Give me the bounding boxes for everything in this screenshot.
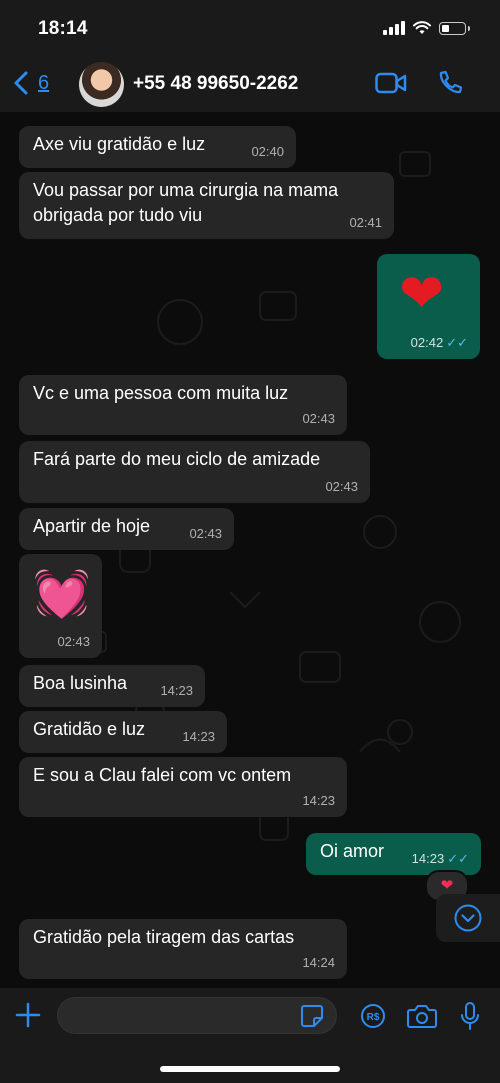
message-incoming-emoji[interactable]: 💓 02:43 [19, 554, 102, 658]
message-incoming[interactable]: Vc e uma pessoa com muita luz 02:43 [19, 375, 347, 435]
message-time: 02:43 [189, 526, 222, 541]
message-text: Axe viu gratidão e luz [33, 134, 206, 154]
message-text: E sou a Clau falei com vc ontem [33, 765, 292, 785]
svg-text:R$: R$ [367, 1012, 380, 1023]
chat-header: 6 +55 48 99650-2262 [0, 60, 500, 113]
status-bar: 18:14 [0, 0, 500, 60]
chat-area[interactable]: Axe viu gratidão e luz 02:40 Vou passar … [0, 112, 500, 988]
message-time: 02:43 [302, 411, 335, 426]
message-outgoing-emoji[interactable]: ❤ 02:42 ✓✓ [377, 254, 480, 359]
message-time: 02:43 [57, 634, 90, 649]
message-time: 14:24 [302, 955, 335, 970]
chevron-down-circle-icon [454, 904, 482, 932]
unread-count: 6 [38, 71, 50, 94]
message-time: 14:23 [302, 793, 335, 808]
camera-icon[interactable] [407, 1003, 437, 1029]
sticker-icon[interactable] [300, 1004, 324, 1028]
message-text: Gratidão pela tiragem das cartas [33, 927, 295, 947]
read-ticks-icon: ✓✓ [446, 335, 468, 350]
plus-icon[interactable] [15, 1002, 41, 1028]
message-incoming[interactable]: Gratidão pela tiragem das cartas 14:24 [19, 919, 347, 979]
message-incoming[interactable]: Gratidão e luz 14:23 [19, 711, 227, 753]
contact-name[interactable]: +55 48 99650-2262 [133, 73, 298, 95]
message-text: Fará parte do meu ciclo de amizade [33, 449, 321, 469]
message-time: 02:43 [325, 479, 358, 494]
message-incoming[interactable]: Axe viu gratidão e luz 02:40 [19, 126, 296, 168]
battery-icon [439, 21, 470, 35]
input-bar: R$ [0, 988, 500, 1083]
phone-call-icon[interactable] [437, 70, 463, 96]
heart-emoji: ❤ [399, 264, 445, 324]
message-time: 02:40 [251, 144, 284, 159]
signal-icon [383, 21, 405, 35]
beating-heart-emoji: 💓 [33, 567, 91, 619]
message-text-line: obrigada por tudo viu [33, 205, 203, 225]
back-button[interactable]: 6 [14, 71, 49, 95]
message-incoming[interactable]: Fará parte do meu ciclo de amizade 02:43 [19, 441, 370, 503]
scroll-to-bottom-button[interactable] [436, 894, 500, 942]
message-text-line: Vou passar por uma cirurgia na mama [33, 180, 339, 200]
message-outgoing[interactable]: Oi amor 14:23 ✓✓ [306, 833, 481, 875]
avatar[interactable] [79, 62, 124, 107]
microphone-icon[interactable] [460, 1001, 480, 1031]
message-incoming[interactable]: Boa lusinha 14:23 [19, 665, 205, 707]
message-time: 02:42 [410, 335, 444, 350]
chevron-left-icon [14, 71, 28, 95]
status-icons [383, 21, 470, 35]
message-time: 14:23 [411, 851, 445, 866]
video-call-icon[interactable] [375, 72, 407, 94]
message-status: 14:23 ✓✓ [412, 846, 469, 871]
message-incoming[interactable]: E sou a Clau falei com vc ontem 14:23 [19, 757, 347, 817]
message-incoming[interactable]: Apartir de hoje 02:43 [19, 508, 234, 550]
message-time: 02:41 [349, 215, 382, 230]
wifi-icon [413, 21, 431, 34]
message-incoming[interactable]: Vou passar por uma cirurgia na mama obri… [19, 172, 394, 239]
message-input[interactable] [57, 997, 337, 1034]
message-time: 14:23 [160, 683, 193, 698]
status-time: 18:14 [38, 18, 88, 39]
message-text: Vc e uma pessoa com muita luz [33, 383, 289, 403]
message-status: 02:42 ✓✓ [411, 330, 468, 355]
read-ticks-icon: ✓✓ [447, 851, 469, 866]
payment-icon[interactable]: R$ [360, 1003, 386, 1029]
message-time: 14:23 [182, 729, 215, 744]
home-indicator [160, 1066, 340, 1072]
